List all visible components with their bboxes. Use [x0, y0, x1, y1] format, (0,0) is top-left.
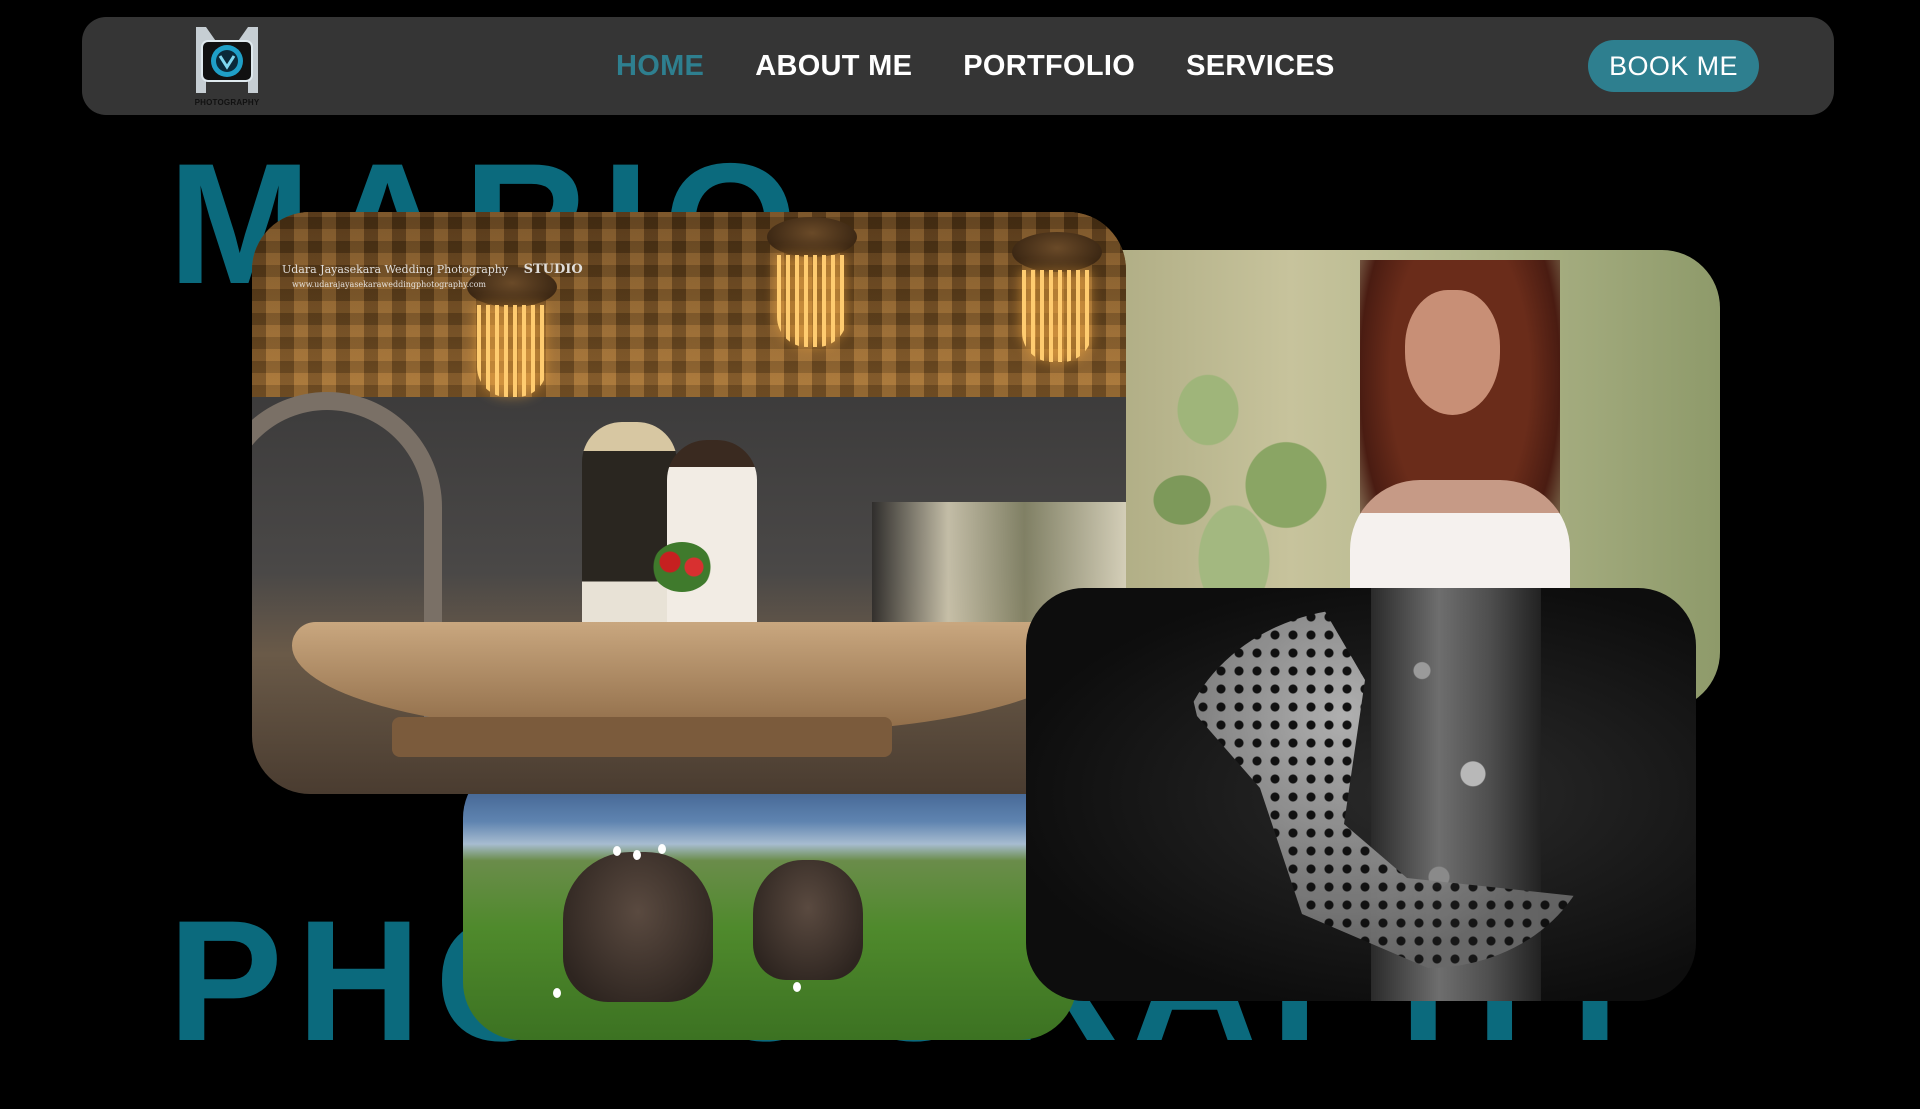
- elephant-graphic: [753, 860, 863, 980]
- photo-watermark: Udara Jayasekara Wedding Photography STU…: [282, 262, 583, 290]
- egret-graphic: [793, 982, 801, 992]
- watermark-text: Udara Jayasekara Wedding Photography: [282, 263, 509, 276]
- wedding-photo[interactable]: Udara Jayasekara Wedding Photography STU…: [252, 212, 1126, 794]
- model-dress-graphic: [1350, 480, 1570, 590]
- elephants-photo[interactable]: [463, 760, 1077, 1040]
- nav-link-services[interactable]: SERVICES: [1186, 50, 1335, 83]
- camera-logo-icon: [196, 27, 258, 93]
- boat-stand-graphic: [392, 717, 892, 757]
- brand-logo[interactable]: PHOTOGRAPHY: [192, 23, 262, 107]
- book-me-button[interactable]: BOOK ME: [1588, 40, 1759, 92]
- main-navigation: HOME ABOUT ME PORTFOLIO SERVICES: [616, 17, 1335, 115]
- chandelier-graphic: [767, 217, 857, 347]
- egret-graphic: [553, 988, 561, 998]
- egret-graphic: [633, 850, 641, 860]
- nav-link-home[interactable]: HOME: [616, 50, 704, 83]
- watermark-url: www.udarajayasekaraweddingphotography.co…: [292, 280, 487, 289]
- watermark-studio: STUDIO: [523, 262, 583, 277]
- elephant-graphic: [563, 852, 713, 1002]
- bouquet-graphic: [652, 542, 712, 592]
- nav-link-portfolio[interactable]: PORTFOLIO: [963, 50, 1135, 83]
- model-face-graphic: [1405, 290, 1500, 415]
- chandelier-graphic: [1012, 232, 1102, 362]
- egret-graphic: [658, 844, 666, 854]
- nav-link-about-me[interactable]: ABOUT ME: [755, 50, 912, 83]
- egret-graphic: [613, 846, 621, 856]
- leopard-photo[interactable]: [1026, 588, 1696, 1001]
- navbar: PHOTOGRAPHY HOME ABOUT ME PORTFOLIO SERV…: [82, 17, 1834, 115]
- logo-wordmark: PHOTOGRAPHY: [194, 98, 260, 107]
- ceiling-graphic: [252, 212, 1126, 397]
